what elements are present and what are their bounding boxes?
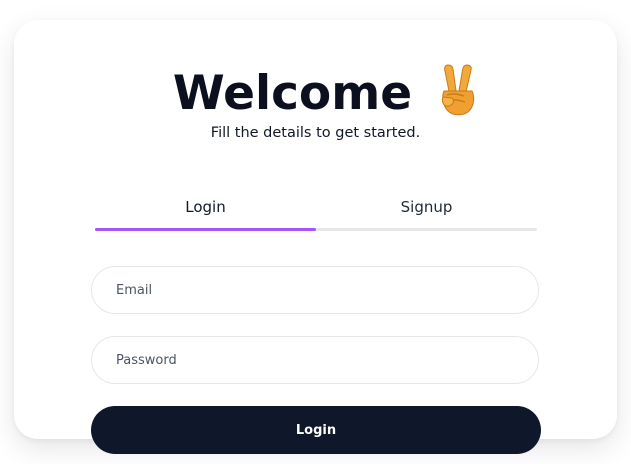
page-title: Welcome xyxy=(172,65,413,121)
email-field[interactable] xyxy=(91,266,539,314)
title-row: Welcome xyxy=(14,58,617,128)
active-tab-indicator xyxy=(95,228,316,231)
password-field[interactable] xyxy=(91,336,539,384)
victory-hand-emoji-icon xyxy=(434,61,482,117)
tab-signup[interactable]: Signup xyxy=(316,196,537,231)
tab-login[interactable]: Login xyxy=(95,196,316,231)
login-card: Welcome Fill the details to get started.… xyxy=(14,20,617,439)
page-subtitle: Fill the details to get started. xyxy=(210,125,421,141)
login-button[interactable]: Login xyxy=(91,406,541,454)
auth-tabs: Login Signup xyxy=(95,196,537,231)
